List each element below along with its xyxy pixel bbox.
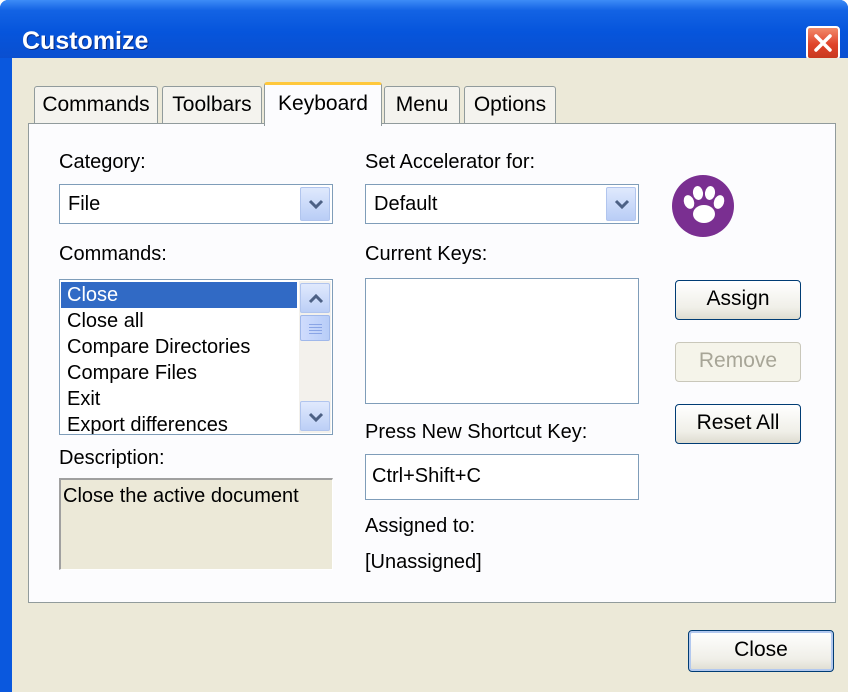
keyboard-tab-panel: Category: File Commands: Close Close all… [28,123,836,603]
assign-button[interactable]: Assign [675,280,801,320]
customize-dialog: Customize Commands Toolbars Keyboard Men… [0,0,848,692]
description-box: Close the active document [59,478,333,570]
list-item[interactable]: Close all [61,308,297,334]
scroll-up-button[interactable] [300,283,330,313]
commands-list[interactable]: Close Close all Compare Directories Comp… [59,279,333,435]
title-close-button[interactable] [806,26,840,60]
list-item[interactable]: Compare Directories [61,334,297,360]
description-text: Close the active document [63,485,299,507]
dialog-client-area: Commands Toolbars Keyboard Menu Options … [12,58,848,692]
description-label: Description: [59,447,165,469]
list-item[interactable]: Export differences [61,412,297,434]
reset-all-button[interactable]: Reset All [675,404,801,444]
assigned-to-label: Assigned to: [365,515,476,537]
accelerator-dropdown-button[interactable] [606,187,636,221]
accelerator-value: Default [374,193,438,215]
chevron-down-icon [308,199,324,210]
shortcut-label: Press New Shortcut Key: [365,421,588,443]
chevron-down-icon [308,412,324,423]
tab-toolbars[interactable]: Toolbars [162,86,262,124]
tab-options[interactable]: Options [464,86,556,124]
accelerator-dropdown[interactable]: Default [365,184,639,224]
category-label: Category: [59,151,146,173]
shortcut-key-value: Ctrl+Shift+C [372,465,481,487]
category-value: File [68,193,101,215]
chevron-down-icon [614,199,630,210]
window-title: Customize [22,27,149,55]
scroll-down-button[interactable] [300,401,330,431]
current-keys-list[interactable] [365,278,639,404]
tab-commands[interactable]: Commands [34,86,158,124]
paw-print-icon [672,175,734,237]
accelerator-label: Set Accelerator for: [365,151,536,173]
chevron-up-icon [308,293,324,304]
assigned-to-value: [Unassigned] [365,551,482,573]
current-keys-label: Current Keys: [365,243,488,265]
tab-keyboard[interactable]: Keyboard [264,82,382,126]
list-item[interactable]: Exit [61,386,297,412]
category-dropdown-button[interactable] [300,187,330,221]
scroll-thumb[interactable] [300,315,330,341]
tab-menu[interactable]: Menu [384,86,460,124]
list-item[interactable]: Close [61,282,297,308]
commands-scrollbar[interactable] [299,281,331,433]
title-bar[interactable]: Customize [0,0,848,60]
close-icon [814,34,832,52]
shortcut-key-input[interactable]: Ctrl+Shift+C [365,454,639,500]
list-item[interactable]: Compare Files [61,360,297,386]
commands-label: Commands: [59,243,167,265]
remove-button[interactable]: Remove [675,342,801,382]
category-dropdown[interactable]: File [59,184,333,224]
close-button[interactable]: Close [688,630,834,672]
commands-list-items: Close Close all Compare Directories Comp… [61,282,297,434]
